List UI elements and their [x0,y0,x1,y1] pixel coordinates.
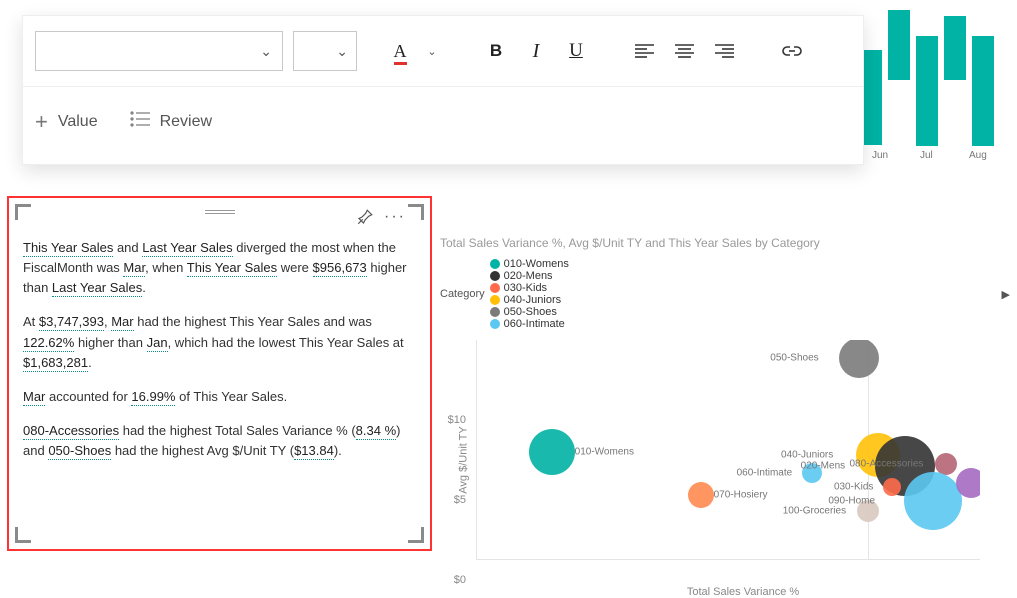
bubble-label: 070-Hosiery [714,489,768,500]
y-axis-title: Avg $/Unit TY [458,426,470,493]
dynamic-value: 8.34 % [356,423,396,440]
bubble-label: 010-Womens [575,447,634,458]
y-tick: $10 [448,414,466,426]
bubble-label: 060-Intimate [737,467,793,478]
italic-button[interactable]: I [521,33,551,69]
more-options-icon[interactable]: ··· [384,208,406,231]
bubble-label: 080-Accessories [849,459,923,470]
font-color-dropdown[interactable]: ⌄ [425,45,439,58]
smart-narrative-visual[interactable]: ··· This Year Sales and Last Year Sales … [7,196,432,551]
legend-item[interactable]: 060-Intimate [490,318,569,330]
chevron-down-icon: ⌄ [336,43,348,60]
pin-icon[interactable] [356,208,374,231]
legend-item[interactable]: 030-Kids [490,282,569,294]
bubble-label: 090-Home [828,495,875,506]
legend-label: Category [440,288,485,300]
dynamic-value: $956,673 [313,260,367,277]
bubble-070-Hosiery[interactable] [688,482,714,508]
dynamic-value: 122.62% [23,335,74,352]
insert-link-button[interactable] [777,33,807,69]
dynamic-value: 080-Accessories [23,423,119,440]
legend-item[interactable]: 050-Shoes [490,306,569,318]
bubble-label: 050-Shoes [770,352,818,363]
bubble-label: 030-Kids [834,482,873,493]
bubble-unnamed-purple[interactable] [956,468,980,498]
font-color-button[interactable]: A [385,33,415,69]
dynamic-value: Mar [23,389,45,406]
scatter-chart-visual[interactable]: Total Sales Variance %, Avg $/Unit TY an… [440,236,1010,576]
dynamic-value: $3,747,393 [39,314,104,331]
dynamic-value: Mar [123,260,145,277]
bubble-010-Womens[interactable] [529,429,575,475]
x-axis-title: Total Sales Variance % [476,586,1010,598]
dynamic-value: Jan [147,335,168,352]
resize-handle-tr[interactable] [408,204,424,220]
dynamic-value: Mar [111,314,133,331]
bubble-050-Shoes[interactable] [839,340,879,378]
bold-button[interactable]: B [481,33,511,69]
dynamic-value: $1,683,281 [23,355,88,372]
align-center-button[interactable] [669,33,699,69]
y-tick: $0 [454,574,466,586]
month-label-aug: Aug [969,150,987,161]
bubble-090-Home[interactable] [904,472,962,530]
review-button[interactable]: Review [130,100,234,144]
legend-item[interactable]: 020-Mens [490,270,569,282]
resize-handle-br[interactable] [408,527,424,543]
align-right-button[interactable] [709,33,739,69]
chevron-down-icon: ⌄ [260,43,272,60]
dynamic-value: Last Year Sales [52,280,142,297]
value-label: Value [58,113,98,131]
drag-handle[interactable] [205,210,235,214]
bubble-label: 100-Groceries [783,505,846,516]
dynamic-value: 050-Shoes [48,443,111,460]
font-size-select[interactable]: ⌄ [293,31,357,71]
legend-item[interactable]: 010-Womens [490,258,569,270]
align-left-button[interactable] [629,33,659,69]
review-label: Review [160,113,212,131]
scatter-plot-area: Avg $/Unit TY $0$5$10 -40%-20%0% 010-Wom… [440,340,980,580]
legend-item[interactable]: 040-Juniors [490,294,569,306]
chart-legend: Category 010-Womens020-Mens030-Kids040-J… [440,258,1010,330]
bubble-030-Kids[interactable] [883,478,901,496]
dynamic-value: This Year Sales [187,260,277,277]
add-value-button[interactable]: + Value [35,100,120,144]
bubble-label: 020-Mens [801,460,845,471]
legend-scroll-right-icon[interactable]: ▶ [1002,288,1010,301]
narrative-text[interactable]: This Year Sales and Last Year Sales dive… [23,238,410,535]
font-family-select[interactable]: ⌄ [35,31,283,71]
chart-title: Total Sales Variance %, Avg $/Unit TY an… [440,236,1010,250]
smart-narrative-toolbar: ⌄ ⌄ A ⌄ B I U + Valu [22,15,864,165]
list-icon [130,111,150,132]
month-label-jun: Jun [872,150,888,161]
month-label-jul: Jul [920,150,933,161]
resize-handle-tl[interactable] [15,204,31,220]
dynamic-value: 16.99% [131,389,175,406]
dynamic-value: Last Year Sales [142,240,232,257]
underline-button[interactable]: U [561,33,591,69]
plus-icon: + [35,109,48,135]
dynamic-value: $13.84 [294,443,334,460]
y-tick: $5 [454,494,466,506]
dynamic-value: This Year Sales [23,240,113,257]
